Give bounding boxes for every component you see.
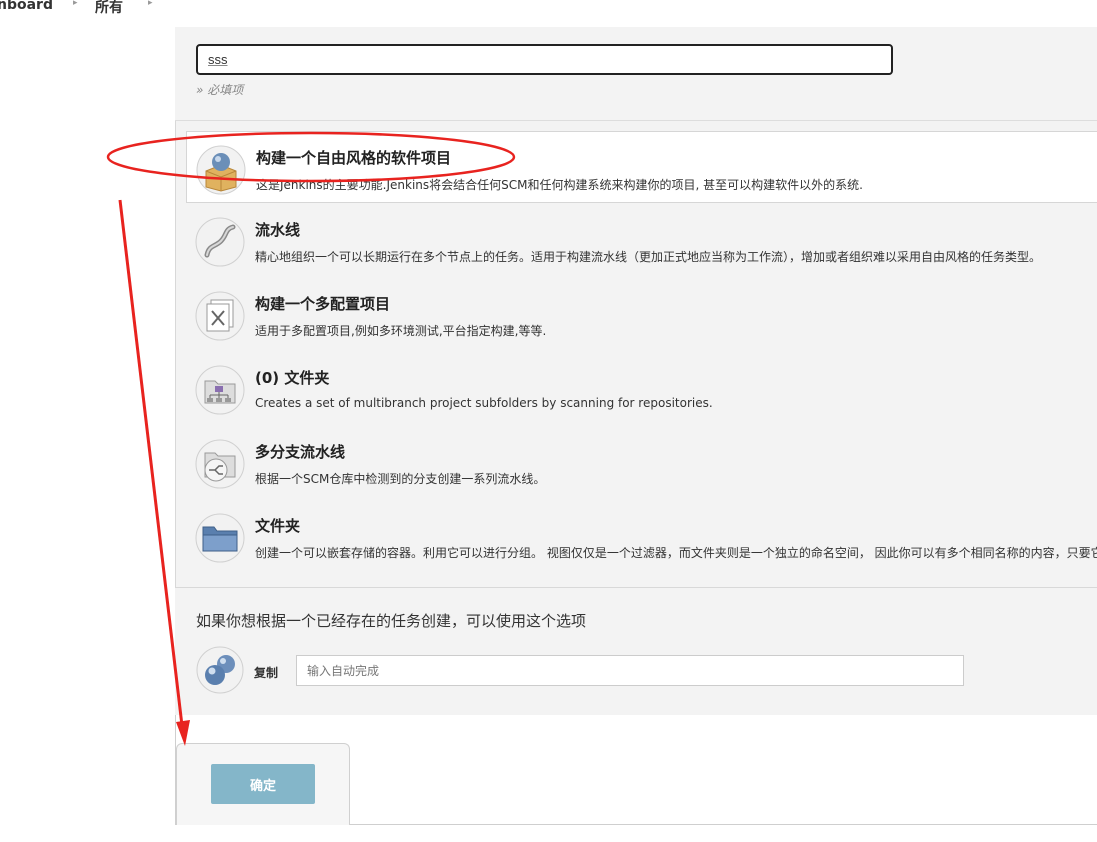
item-type-description: 根据一个SCM仓库中检测到的分支创建一系列流水线。 xyxy=(255,472,546,486)
item-type-title: 构建一个自由风格的软件项目 xyxy=(256,149,452,167)
item-type-title: 构建一个多配置项目 xyxy=(255,295,391,313)
item-type-organization-folder[interactable]: (0) 文件夹 Creates a set of multibranch pro… xyxy=(186,352,1097,424)
copy-from-input[interactable] xyxy=(296,655,964,686)
copy-label: 复制 xyxy=(254,666,279,680)
item-type-description: 适用于多配置项目,例如多环境测试,平台指定构建,等等. xyxy=(255,324,547,338)
copy-section xyxy=(175,587,1097,715)
item-type-multibranch-pipeline[interactable]: 多分支流水线 根据一个SCM仓库中检测到的分支创建一系列流水线。 xyxy=(186,426,1097,498)
organization-folder-icon xyxy=(195,365,245,415)
arrow-line xyxy=(118,199,185,735)
multi-config-project-icon xyxy=(195,291,245,341)
breadcrumb-separator-icon: ▸ xyxy=(73,0,78,8)
item-type-description: Creates a set of multibranch project sub… xyxy=(255,396,713,410)
item-type-pipeline[interactable]: 流水线 精心地组织一个可以长期运行在多个节点上的任务。适用于构建流水线（更加正式… xyxy=(186,204,1097,276)
breadcrumb-separator-icon: ▸ xyxy=(148,0,153,8)
item-type-freestyle[interactable]: 构建一个自由风格的软件项目 这是Jenkins的主要功能.Jenkins将会结合… xyxy=(186,131,1097,203)
item-name-input[interactable] xyxy=(196,44,893,75)
copy-job-icon xyxy=(196,646,244,694)
divider xyxy=(350,824,1097,825)
item-type-title: 流水线 xyxy=(255,221,301,239)
item-type-description: 创建一个可以嵌套存储的容器。利用它可以进行分组。 视图仅仅是一个过滤器，而文件夹… xyxy=(255,546,1097,560)
item-type-title: (0) 文件夹 xyxy=(255,369,330,387)
folder-icon xyxy=(195,513,245,563)
copy-title: 如果你想根据一个已经存在的任务创建，可以使用这个选项 xyxy=(196,612,587,630)
item-type-multi-config[interactable]: 构建一个多配置项目 适用于多配置项目,例如多环境测试,平台指定构建,等等. xyxy=(186,278,1097,350)
item-type-description: 精心地组织一个可以长期运行在多个节点上的任务。适用于构建流水线（更加正式地应当称… xyxy=(255,250,1042,264)
required-hint: » 必填项 xyxy=(196,83,244,97)
freestyle-project-icon xyxy=(196,145,246,195)
breadcrumb-dashboard[interactable]: nboard xyxy=(0,0,53,13)
breadcrumb-all[interactable]: 所有 xyxy=(95,0,123,17)
item-type-title: 文件夹 xyxy=(255,517,301,535)
multibranch-pipeline-icon xyxy=(195,439,245,489)
item-type-title: 多分支流水线 xyxy=(255,443,346,461)
pipeline-icon xyxy=(195,217,245,267)
divider xyxy=(175,120,1097,121)
breadcrumb: nboard ▸ 所有 ▸ xyxy=(0,0,1097,16)
ok-button[interactable]: 确定 xyxy=(211,764,315,804)
item-type-description: 这是Jenkins的主要功能.Jenkins将会结合任何SCM和任何构建系统来构… xyxy=(256,178,863,192)
item-type-folder[interactable]: 文件夹 创建一个可以嵌套存储的容器。利用它可以进行分组。 视图仅仅是一个过滤器，… xyxy=(186,500,1097,572)
